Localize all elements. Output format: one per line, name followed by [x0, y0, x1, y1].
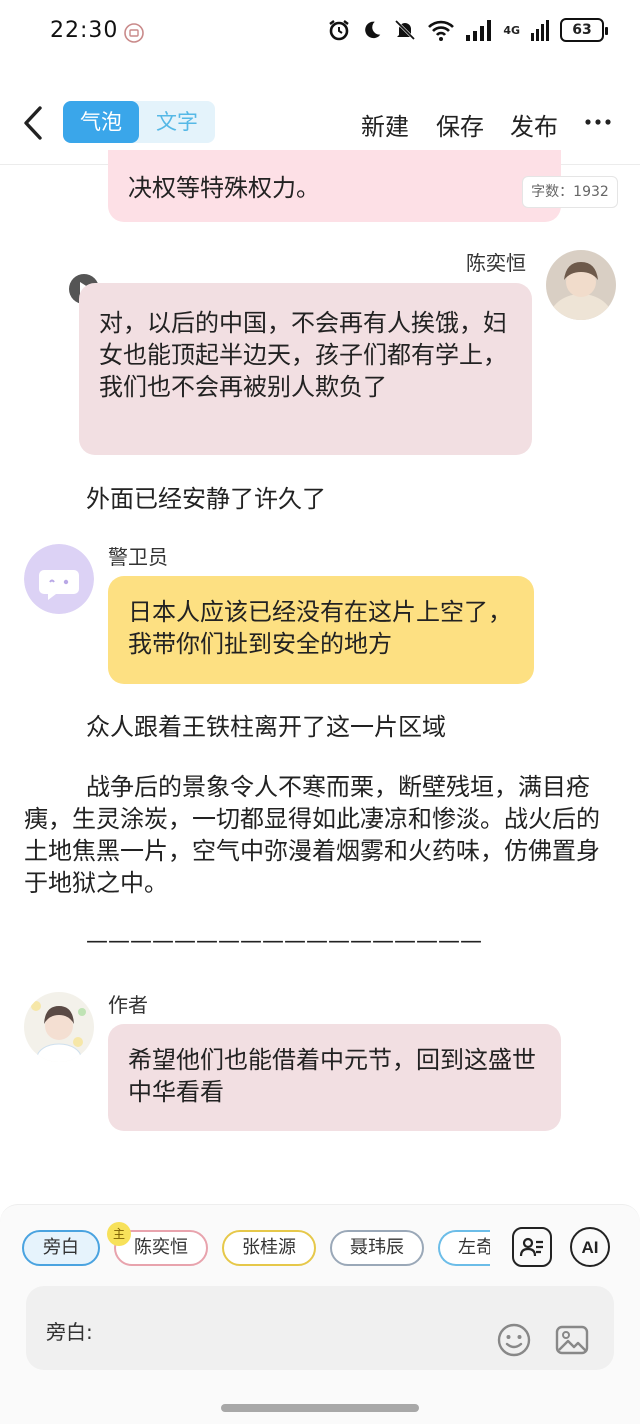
- avatar-image: [24, 992, 94, 1062]
- mute-icon: [395, 19, 416, 41]
- avatar-chen[interactable]: [546, 250, 616, 320]
- message-bubble-author[interactable]: 希望他们也能借着中元节，回到这盛世中华看看: [108, 1024, 561, 1131]
- emoji-icon[interactable]: [496, 1322, 532, 1358]
- message-bubble-chen[interactable]: 对，以后的中国，不会再有人挨饿，妇女也能顶起半边天，孩子们都有学上，我们也不会再…: [79, 283, 532, 455]
- more-icon[interactable]: [584, 112, 612, 132]
- avatar-placeholder-icon: [24, 544, 94, 614]
- avatar-guard[interactable]: [24, 544, 94, 614]
- battery-indicator: 63: [560, 18, 608, 42]
- narration-paragraph[interactable]: 战争后的景象令人不寒而栗，断壁残垣，满目疮痍，生灵涂炭，一切都显得如此凄凉和惨淡…: [24, 771, 614, 899]
- home-indicator[interactable]: [221, 1404, 419, 1412]
- ai-icon: AI: [582, 1238, 599, 1257]
- narration-line[interactable]: 众人跟着王铁柱离开了这一片区域: [86, 711, 606, 743]
- message-text: 希望他们也能借着中元节，回到这盛世中华看看: [128, 1046, 536, 1106]
- signal-icon-2: [531, 20, 549, 41]
- message-bubble-guard[interactable]: 日本人应该已经没有在这片上空了，我带你们扯到安全的地方: [108, 576, 534, 684]
- status-icons: 4G 63: [327, 18, 608, 42]
- moon-icon: [365, 21, 381, 39]
- app-notification-icon: [124, 23, 144, 43]
- svg-text:AI: AI: [582, 1238, 599, 1257]
- input-role-label: 旁白:: [46, 1320, 93, 1344]
- role-card-icon: [519, 1237, 543, 1257]
- message-text: 对，以后的中国，不会再有人挨饿，妇女也能顶起半边天，孩子们都有学上，我们也不会再…: [99, 309, 507, 401]
- role-chip-narrator[interactable]: 旁白: [22, 1230, 100, 1266]
- avatar-author[interactable]: [24, 992, 94, 1062]
- ai-button[interactable]: AI: [570, 1227, 610, 1267]
- separator-line: ——————————————————: [86, 929, 482, 954]
- status-time: 22:30: [50, 18, 119, 43]
- image-icon[interactable]: [554, 1322, 590, 1358]
- speaker-name-author: 作者: [108, 993, 148, 1017]
- new-button[interactable]: 新建: [361, 107, 409, 142]
- speaker-name-guard: 警卫员: [108, 545, 168, 569]
- avatar-image: [546, 250, 616, 320]
- speaker-name-chen: 陈奕恒: [466, 251, 526, 275]
- main-role-badge: 主: [107, 1222, 131, 1246]
- signal-icon: [466, 20, 492, 41]
- network-type: 4G: [503, 23, 520, 37]
- tab-text-mode[interactable]: 文字: [139, 101, 215, 143]
- alarm-icon: [329, 20, 350, 41]
- message-bubble-previous[interactable]: 决权等特殊权力。: [108, 150, 561, 222]
- word-count-badge: 字数：1932: [522, 176, 618, 208]
- publish-button[interactable]: 发布: [510, 107, 558, 142]
- save-button[interactable]: 保存: [436, 107, 484, 142]
- tab-bubble-mode[interactable]: 气泡: [63, 101, 139, 143]
- message-input[interactable]: 旁白:: [26, 1286, 614, 1370]
- role-chip-zhang[interactable]: 张桂源: [222, 1230, 316, 1266]
- wifi-icon: [428, 20, 455, 41]
- role-card-button[interactable]: [512, 1227, 552, 1267]
- back-icon[interactable]: [18, 104, 48, 142]
- role-chip-zuo[interactable]: 左奇: [438, 1230, 490, 1266]
- message-text: 决权等特殊权力。: [128, 174, 320, 202]
- narration-line[interactable]: 外面已经安静了许久了: [86, 483, 606, 515]
- mode-toggle[interactable]: 气泡 文字: [63, 101, 215, 143]
- role-chip-nie[interactable]: 聂玮辰: [330, 1230, 424, 1266]
- message-text: 日本人应该已经没有在这片上空了，我带你们扯到安全的地方: [128, 598, 512, 658]
- status-bar: 22:30 4G 63: [0, 0, 640, 66]
